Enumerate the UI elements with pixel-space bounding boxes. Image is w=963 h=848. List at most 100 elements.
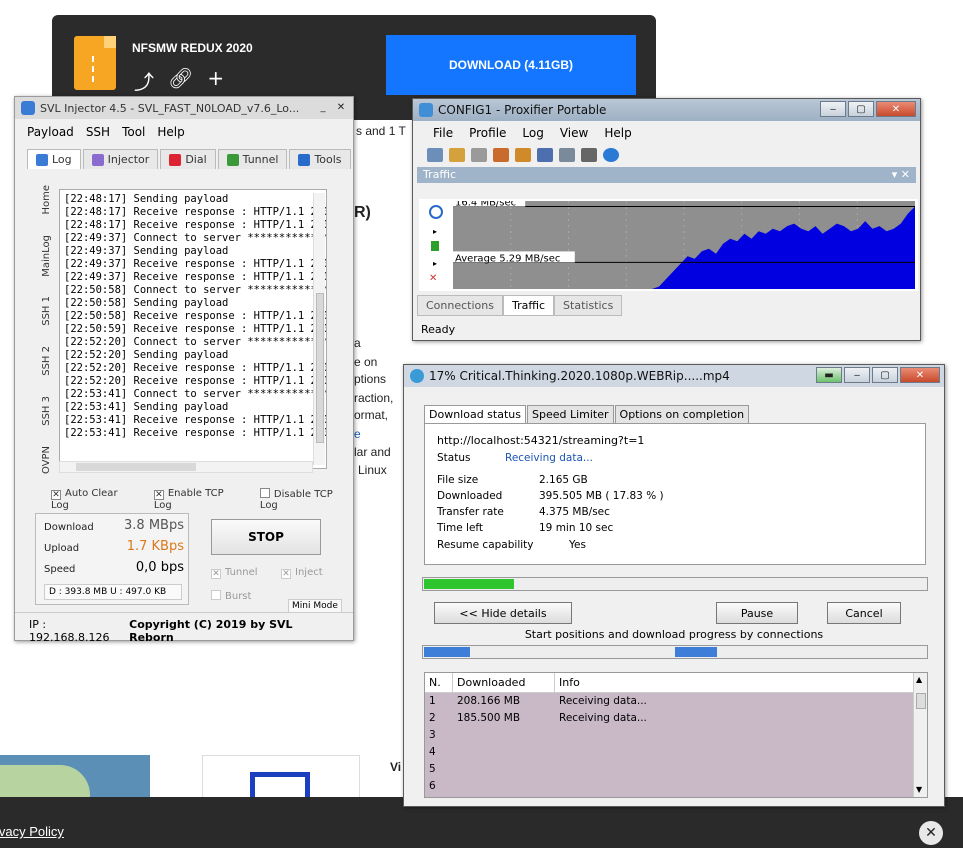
scroll-up-icon[interactable]: ▲: [916, 675, 922, 684]
options-icon[interactable]: [559, 148, 575, 162]
rules-icon[interactable]: [449, 148, 465, 162]
print-icon[interactable]: [581, 148, 597, 162]
tab-log[interactable]: Log: [27, 149, 81, 169]
link-icon[interactable]: 🔗︎: [168, 66, 193, 95]
dns-icon[interactable]: [471, 148, 487, 162]
table-row[interactable]: 5: [425, 761, 927, 778]
tab-download-status[interactable]: Download status: [424, 405, 526, 424]
menu-view[interactable]: View: [560, 126, 588, 140]
menu-file[interactable]: File: [433, 126, 453, 140]
minimize-button[interactable]: ‒: [820, 101, 846, 117]
tab-label: Tunnel: [242, 153, 279, 166]
table-row[interactable]: 3: [425, 727, 927, 744]
inject-checkbox[interactable]: ✕ Inject: [281, 567, 323, 579]
scroll-thumb[interactable]: [76, 463, 196, 471]
log-line: [22:50:59] Receive response : HTTP/1.1 2…: [64, 323, 326, 335]
minimize-button[interactable]: _: [315, 99, 331, 115]
auto-clear-checkbox[interactable]: ✕ Auto Clear Log: [51, 488, 138, 511]
page-link[interactable]: e: [354, 427, 361, 441]
tab-injector[interactable]: Injector: [82, 149, 159, 169]
tab-dial[interactable]: Dial: [160, 149, 216, 169]
field-value: 19 min 10 sec: [539, 522, 614, 534]
pause-button[interactable]: Pause: [716, 602, 798, 624]
app-icon: [410, 369, 424, 383]
log-options: ✕ Auto Clear Log ✕ Enable TCP Log Disable …: [51, 488, 353, 511]
menu-help[interactable]: Help: [604, 126, 631, 140]
side-tab-ssh3[interactable]: SSH 3: [41, 396, 52, 426]
scroll-down-icon[interactable]: ▼: [916, 785, 922, 794]
proxy-servers-icon[interactable]: [427, 148, 443, 162]
menu-log[interactable]: Log: [522, 126, 543, 140]
svl-titlebar[interactable]: SVL Injector 4.5 - SVL_FAST_N0LOAD_v7.6_…: [15, 97, 353, 119]
log-line: [22:50:58] Connect to server ***********…: [64, 284, 327, 296]
table-cell: [453, 761, 555, 778]
menu-tool[interactable]: Tool: [122, 125, 145, 139]
scroll-thumb[interactable]: [316, 293, 324, 443]
menu-help[interactable]: Help: [157, 125, 184, 139]
save-icon[interactable]: [537, 148, 553, 162]
maximize-button[interactable]: ▢: [872, 367, 898, 383]
clear-icon[interactable]: ✕: [429, 273, 437, 284]
tab-traffic[interactable]: Traffic: [502, 295, 555, 316]
page-heading: R): [354, 204, 371, 221]
close-button[interactable]: ✕: [333, 99, 349, 115]
side-tab-home[interactable]: Home: [41, 185, 52, 215]
tab-tunnel[interactable]: Tunnel: [217, 149, 288, 169]
log-vertical-scrollbar[interactable]: [313, 193, 325, 465]
column-header[interactable]: Info: [555, 673, 927, 692]
clock-icon[interactable]: [429, 205, 443, 219]
side-tab-ssh1[interactable]: SSH 1: [41, 296, 52, 326]
plus-icon[interactable]: +: [207, 66, 224, 95]
tab-tools[interactable]: Tools: [289, 149, 351, 169]
hide-details-button[interactable]: << Hide details: [434, 602, 572, 624]
menu-payload[interactable]: Payload: [27, 125, 74, 139]
map-thumbnail[interactable]: [0, 755, 150, 800]
help-icon[interactable]: [603, 148, 619, 162]
menu-profile[interactable]: Profile: [469, 126, 506, 140]
cancel-button[interactable]: Cancel: [827, 602, 901, 624]
field-value: 395.505 MB ( 17.83 % ): [539, 490, 664, 502]
svl-side-tabs: Home MainLog SSH 1 SSH 2 SSH 3 OVPN: [37, 185, 55, 535]
table-row[interactable]: 2 185.500 MB Receiving data...: [425, 710, 927, 727]
tab-statistics[interactable]: Statistics: [554, 295, 623, 316]
menu-ssh[interactable]: SSH: [86, 125, 110, 139]
idm-tray-icon[interactable]: ▬: [816, 367, 842, 383]
log-output[interactable]: [22:48:17] Sending payload [22:48:17] Rec…: [59, 189, 327, 469]
table-row[interactable]: 1 208.166 MB Receiving data...: [425, 693, 927, 710]
tab-options-on-completion[interactable]: Options on completion: [614, 405, 750, 424]
stop-button[interactable]: STOP: [211, 519, 321, 555]
side-tab-ovpn[interactable]: OVPN: [41, 446, 52, 474]
window-title: 17% Critical.Thinking.2020.1080p.WEBRip.…: [429, 369, 730, 383]
profile-icon[interactable]: [515, 148, 531, 162]
advanced-icon[interactable]: [493, 148, 509, 162]
log-horizontal-scrollbar[interactable]: [59, 461, 313, 473]
side-tab-mainlog[interactable]: MainLog: [41, 235, 52, 277]
maximize-button[interactable]: ▢: [848, 101, 874, 117]
scroll-thumb[interactable]: [916, 693, 926, 709]
minimize-button[interactable]: ‒: [844, 367, 870, 383]
proxifier-titlebar[interactable]: CONFIG1 - Proxifier Portable ‒ ▢ ✕: [413, 99, 920, 121]
close-button[interactable]: ✕: [900, 367, 940, 383]
download-button[interactable]: DOWNLOAD (4.11GB): [386, 35, 636, 95]
table-row[interactable]: 4: [425, 744, 927, 761]
mini-mode-button[interactable]: Mini Mode: [288, 599, 342, 613]
table-row[interactable]: 6: [425, 778, 927, 795]
column-header[interactable]: Downloaded: [453, 673, 555, 692]
privacy-policy-link[interactable]: ivacy Policy: [0, 824, 64, 839]
page-text: Linux: [358, 463, 387, 477]
enable-tcp-checkbox[interactable]: ✕ Enable TCP Log: [153, 488, 244, 511]
tab-speed-limiter[interactable]: Speed Limiter: [526, 405, 614, 424]
close-button[interactable]: ✕: [876, 101, 916, 117]
idm-titlebar[interactable]: 17% Critical.Thinking.2020.1080p.WEBRip.…: [404, 365, 944, 387]
pane-controls[interactable]: ▾ ✕: [892, 168, 910, 182]
close-icon[interactable]: ✕: [919, 821, 943, 845]
share-icon[interactable]: ⤴: [134, 66, 154, 95]
column-header[interactable]: N.: [425, 673, 453, 692]
log-line: [22:50:58] Receive response : HTTP/1.1 2…: [64, 310, 326, 322]
disable-tcp-checkbox[interactable]: Disable TCP Log: [259, 488, 353, 511]
burst-checkbox[interactable]: Burst: [211, 590, 251, 602]
table-scrollbar[interactable]: ▲ ▼: [913, 673, 927, 797]
tunnel-checkbox[interactable]: ✕ Tunnel: [211, 567, 258, 579]
tab-connections[interactable]: Connections: [417, 295, 503, 316]
side-tab-ssh2[interactable]: SSH 2: [41, 346, 52, 376]
